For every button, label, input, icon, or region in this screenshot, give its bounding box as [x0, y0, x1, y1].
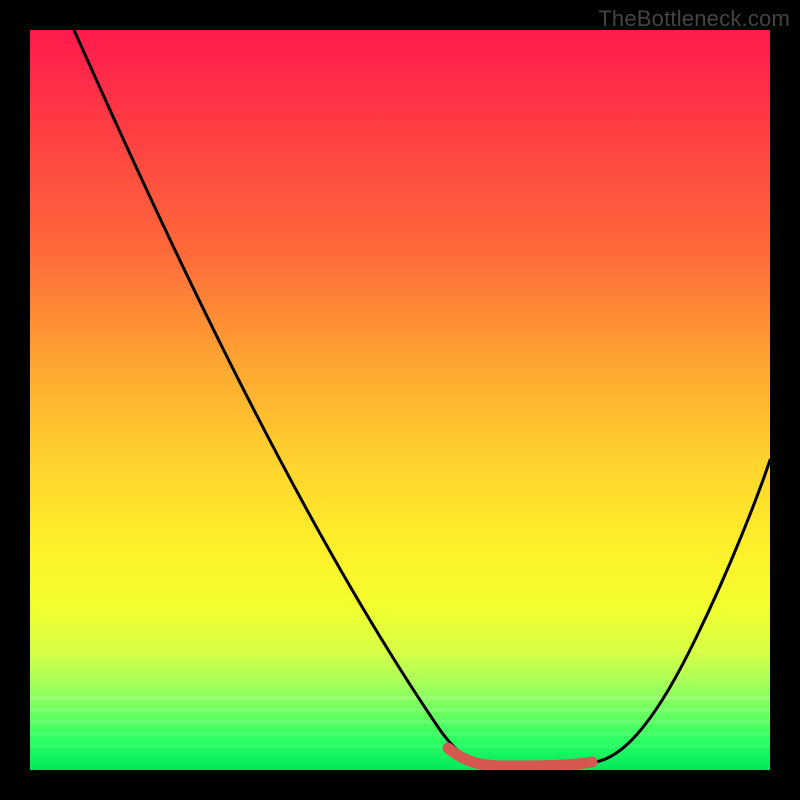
bottleneck-curve-path	[74, 30, 770, 765]
curve-layer	[30, 30, 770, 770]
bottleneck-plot	[30, 30, 770, 770]
watermark-text: TheBottleneck.com	[598, 6, 790, 32]
chart-frame: TheBottleneck.com	[0, 0, 800, 800]
highlight-segment-path	[448, 748, 592, 766]
